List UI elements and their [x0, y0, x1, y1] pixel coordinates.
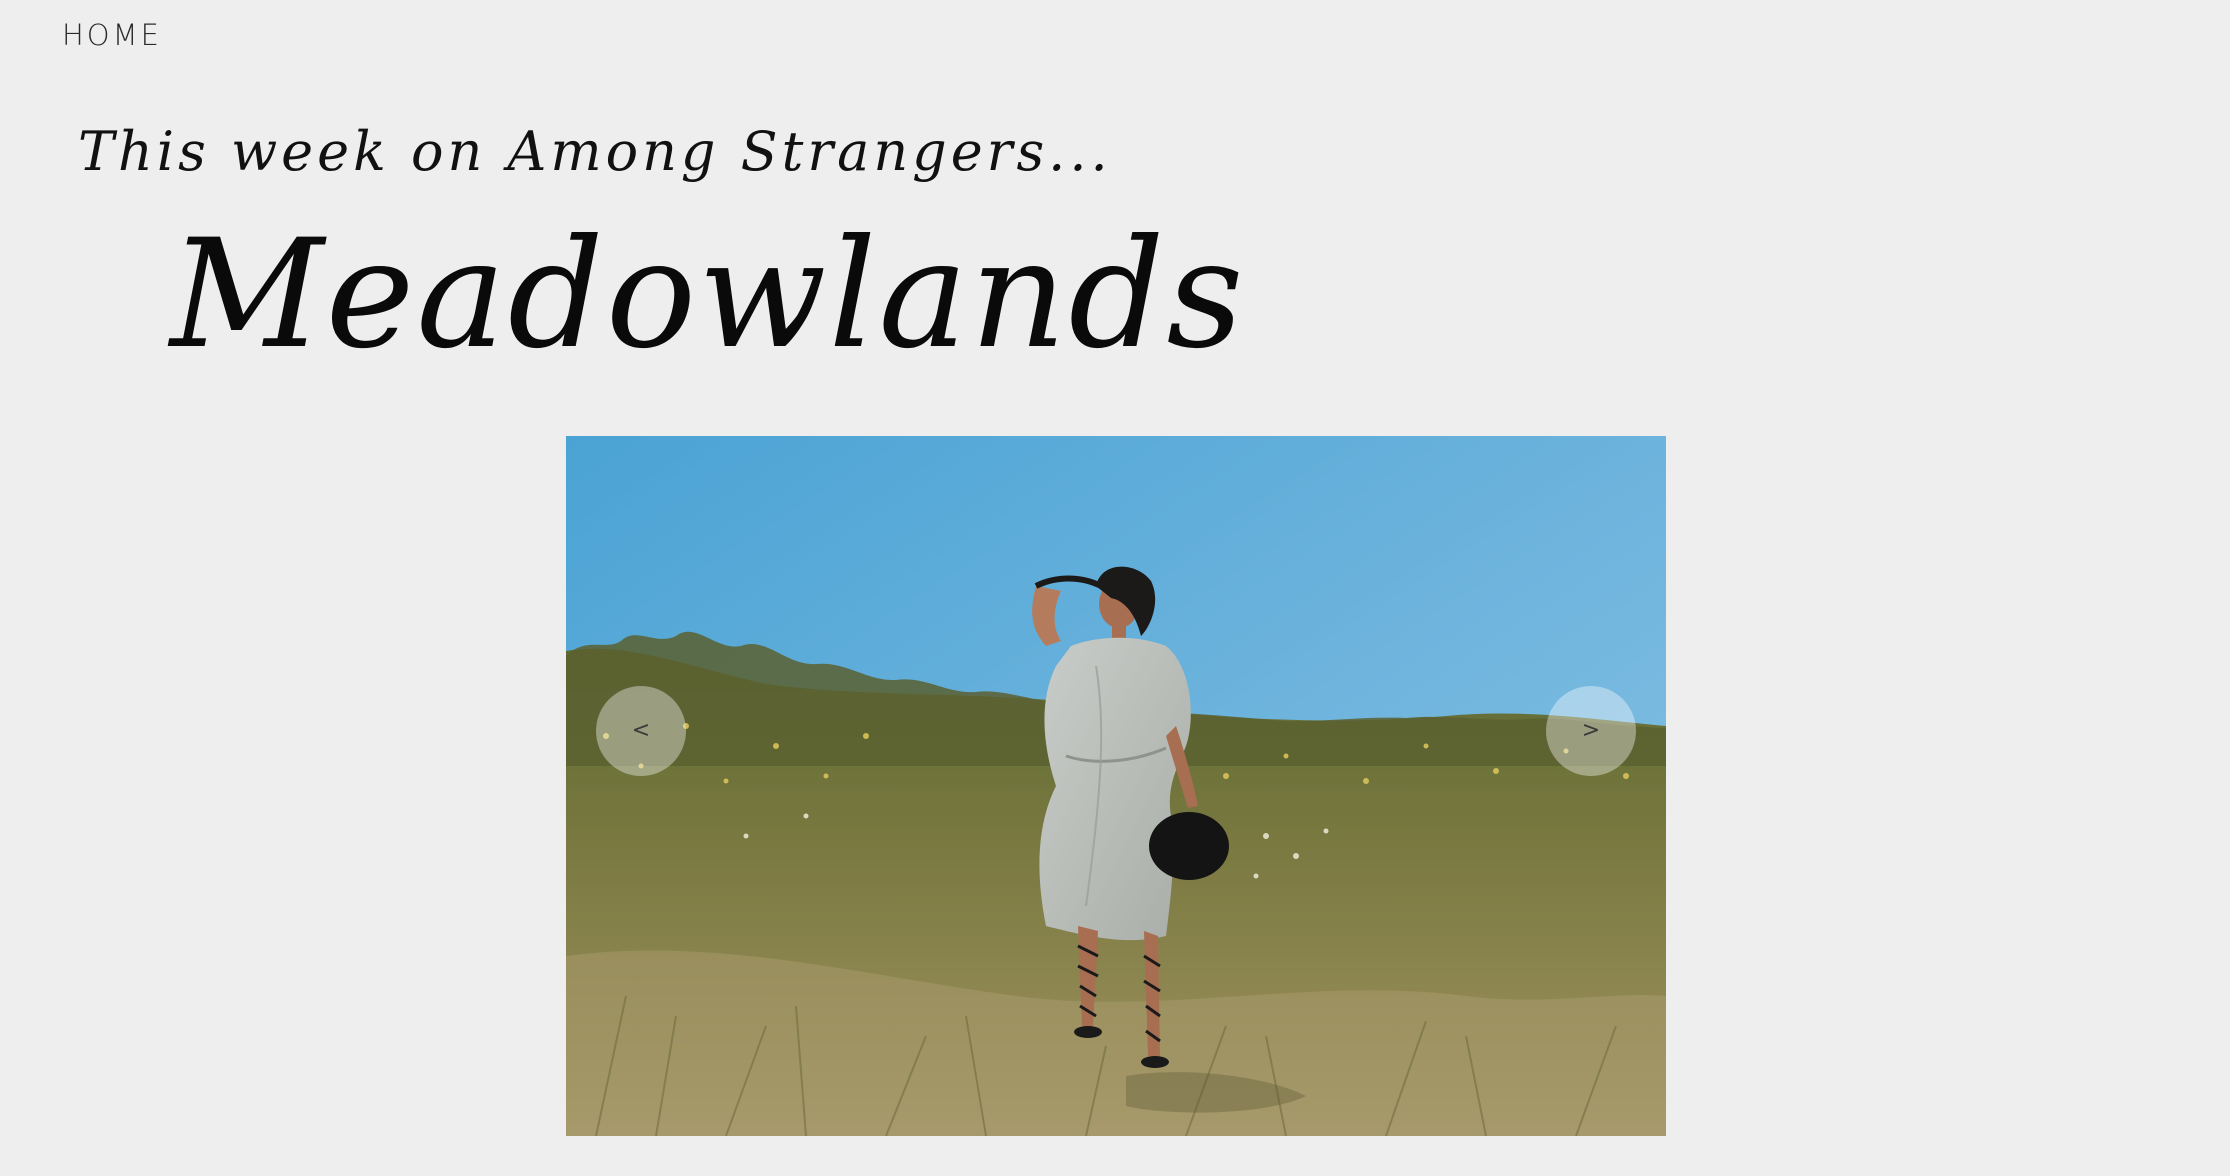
home-link[interactable]: HOME	[62, 18, 162, 52]
meadow-photo	[566, 436, 1666, 1136]
page-subtitle: This week on Among Strangers...	[78, 120, 1112, 183]
next-slide-button[interactable]: >	[1546, 686, 1636, 776]
page-title: Meadowlands	[170, 208, 1246, 382]
chevron-right-icon: >	[1581, 718, 1601, 743]
previous-slide-button[interactable]: <	[596, 686, 686, 776]
chevron-left-icon: <	[631, 718, 651, 743]
image-slideshow[interactable]: < >	[566, 436, 1666, 1136]
